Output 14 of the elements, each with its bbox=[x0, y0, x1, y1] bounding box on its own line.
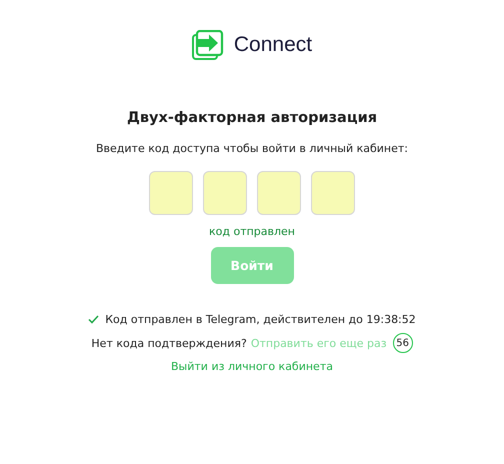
instruction-text: Введите код доступа чтобы войти в личный кабинет: bbox=[96, 142, 408, 155]
resend-question: Нет кода подтверждения? bbox=[91, 336, 247, 350]
sent-notice-text: Код отправлен в Telegram, действителен до 19:38:52 bbox=[105, 313, 416, 326]
logo-text: Connect bbox=[234, 33, 312, 57]
code-input-field[interactable] bbox=[149, 171, 193, 215]
code-input-field[interactable] bbox=[257, 171, 301, 215]
check-icon bbox=[88, 315, 100, 324]
page-title: Двух-факторная авторизация bbox=[126, 109, 378, 128]
logout-link[interactable]: Выйти из личного кабинета bbox=[171, 360, 333, 373]
code-input-field[interactable] bbox=[203, 171, 247, 215]
code-input-field[interactable] bbox=[311, 171, 355, 215]
logo-icon bbox=[192, 30, 224, 60]
code-status-text: код отправлен bbox=[208, 225, 295, 238]
countdown-badge: 56 bbox=[392, 333, 413, 353]
